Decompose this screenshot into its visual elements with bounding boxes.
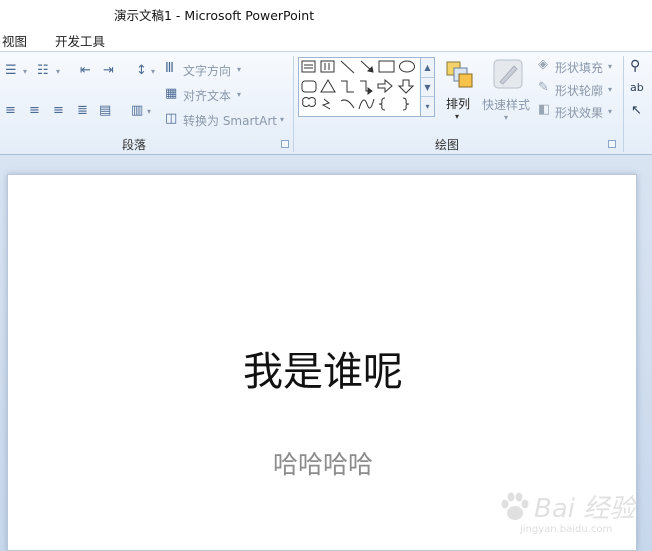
arrange-label: 排列: [446, 97, 471, 111]
paragraph-group-label: 段落: [122, 138, 147, 152]
editing-group: ⚲ ab ↖: [626, 52, 652, 154]
columns-icon[interactable]: ▥: [131, 104, 143, 118]
numbering-icon[interactable]: ☷: [37, 64, 49, 78]
align-left-icon[interactable]: ≡: [5, 104, 16, 118]
tab-view[interactable]: 视图: [2, 31, 27, 50]
justify-icon[interactable]: ≣: [77, 104, 88, 118]
numbering-dropdown-icon[interactable]: ▾: [56, 67, 60, 76]
smartart-dropdown-icon[interactable]: ▾: [280, 115, 284, 124]
shape-effects-dropdown-icon[interactable]: ▾: [608, 107, 612, 116]
align-text-button[interactable]: 对齐文本: [183, 87, 231, 104]
shape-effects-button[interactable]: 形状效果: [555, 104, 603, 121]
drawing-launcher-icon[interactable]: [608, 140, 616, 148]
shape-gallery-scroll[interactable]: ▲ ▼ ▾: [421, 57, 435, 117]
watermark-url: jingyan.baidu.com: [520, 524, 613, 535]
gallery-scroll-up-icon[interactable]: ▲: [421, 58, 434, 77]
shape-fill-button[interactable]: 形状填充: [555, 59, 603, 76]
text-direction-button[interactable]: 文字方向: [183, 62, 231, 79]
align-text-icon: ▦: [165, 86, 178, 101]
bullets-dropdown-icon[interactable]: ▾: [23, 67, 27, 76]
gallery-more-icon[interactable]: ▾: [421, 96, 434, 116]
paragraph-launcher-icon[interactable]: [281, 140, 289, 148]
paragraph-group: ☰ ▾ ☷ ▾ ⇤ ⇥ ↕ ▾ ≡ ≡ ≡ ≣ ▤ ▥ ▾ Ⅲ 文字方向 ▾ ▦…: [0, 52, 292, 154]
quick-styles-dropdown-icon: ▾: [504, 113, 509, 122]
window-title: 演示文稿1 - Microsoft PowerPoint: [114, 8, 315, 23]
shape-fill-dropdown-icon[interactable]: ▾: [608, 62, 612, 71]
align-right-icon[interactable]: ≡: [53, 104, 64, 118]
shape-fill-icon: ◈: [538, 57, 548, 72]
bullets-icon[interactable]: ☰: [5, 64, 17, 78]
arrange-dropdown-icon: ▾: [455, 112, 460, 121]
title-bar: 演示文稿1 - Microsoft PowerPoint: [0, 0, 652, 26]
slide-title[interactable]: 我是谁呢: [8, 339, 638, 397]
align-text-dropdown-icon[interactable]: ▾: [237, 90, 241, 99]
arrange-button[interactable]: 排列 ▾: [440, 57, 476, 123]
drawing-group: ▲ ▼ ▾ 排列 ▾ 快速样式 ▾ ◈ 形状填充 ▾ ✎ 形状轮廓 ▾ ◧ 形状…: [294, 52, 622, 154]
gallery-scroll-down-icon[interactable]: ▼: [421, 77, 434, 97]
ribbon-tab-bar: 视图 开发工具: [0, 26, 652, 52]
text-direction-icon: Ⅲ: [165, 61, 174, 76]
find-icon[interactable]: ⚲: [630, 58, 640, 74]
quick-styles-icon: [493, 59, 523, 89]
group-divider: [623, 56, 624, 152]
line-spacing-dropdown-icon[interactable]: ▾: [151, 67, 155, 76]
replace-icon[interactable]: ab: [630, 81, 644, 94]
paw-logo-icon: [501, 492, 529, 520]
increase-indent-icon[interactable]: ⇥: [103, 64, 114, 78]
select-icon[interactable]: ↖: [631, 103, 642, 118]
convert-smartart-button[interactable]: 转换为 SmartArt: [183, 112, 277, 129]
columns-dropdown-icon[interactable]: ▾: [147, 107, 151, 116]
tab-developer[interactable]: 开发工具: [55, 31, 105, 50]
shape-outline-icon: ✎: [538, 80, 549, 95]
watermark-text: Bai 经验: [534, 494, 636, 524]
text-direction-dropdown-icon[interactable]: ▾: [237, 65, 241, 74]
arrange-icon: [446, 61, 473, 88]
line-spacing-icon[interactable]: ↕: [136, 64, 147, 78]
smartart-icon: ◫: [165, 111, 178, 126]
quick-styles-button[interactable]: 快速样式 ▾: [482, 57, 534, 123]
drawing-group-label: 绘图: [435, 138, 460, 152]
quick-styles-label: 快速样式: [482, 98, 531, 112]
shape-outline-button[interactable]: 形状轮廓: [555, 82, 603, 99]
shapes-gallery-icons: [301, 60, 415, 111]
decrease-indent-icon[interactable]: ⇤: [80, 64, 91, 78]
align-center-icon[interactable]: ≡: [29, 104, 40, 118]
shape-outline-dropdown-icon[interactable]: ▾: [608, 85, 612, 94]
slide-subtitle[interactable]: 哈哈哈哈: [8, 445, 638, 481]
ribbon: ☰ ▾ ☷ ▾ ⇤ ⇥ ↕ ▾ ≡ ≡ ≡ ≣ ▤ ▥ ▾ Ⅲ 文字方向 ▾ ▦…: [0, 51, 652, 155]
shape-gallery[interactable]: [298, 57, 421, 117]
shape-effects-icon: ◧: [538, 102, 551, 117]
distributed-icon[interactable]: ▤: [99, 104, 111, 118]
watermark: Bai 经验 jingyan.baidu.com: [498, 484, 648, 546]
